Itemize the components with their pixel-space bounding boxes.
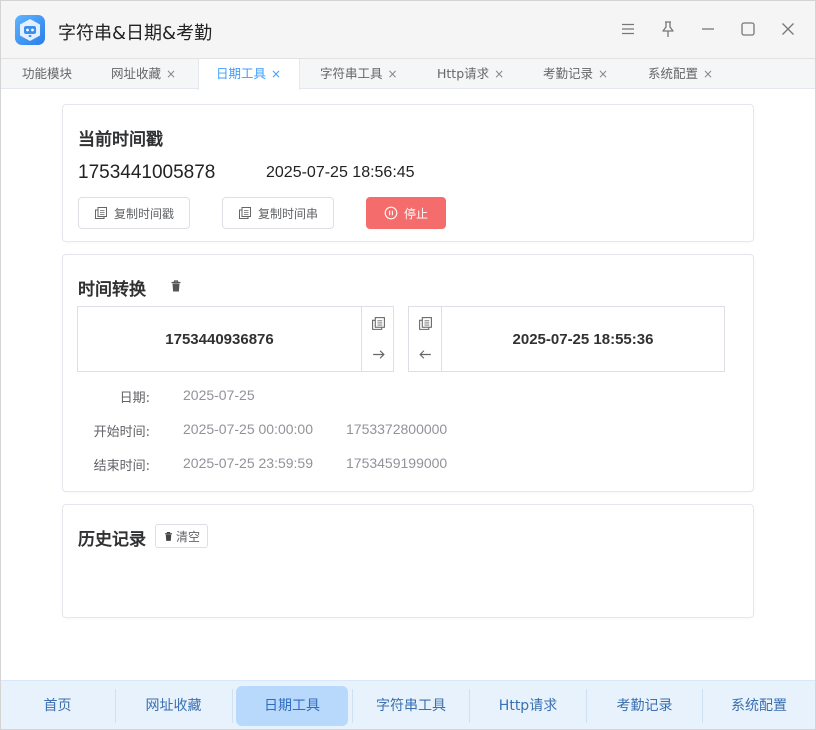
- datetime-input-value: 2025-07-25 18:55:36: [512, 331, 654, 348]
- tab-strip: 功能模块 网址收藏 × 日期工具 × 字符串工具 × Http请求 × 考勤记录 × 系统…: [1, 58, 815, 90]
- tab-label: 日期工具: [216, 66, 267, 81]
- timestamp-input-value: 1753440936876: [165, 331, 274, 348]
- tab-bookmarks[interactable]: 网址收藏 ×: [111, 59, 176, 89]
- tab-label: Http请求: [437, 66, 490, 81]
- tab-settings[interactable]: 系统配置 ×: [648, 59, 713, 89]
- tab-close-icon[interactable]: ×: [494, 67, 504, 81]
- tab-label: 功能模块: [22, 66, 73, 81]
- copy-icon[interactable]: [418, 316, 433, 331]
- menu-icon[interactable]: [618, 19, 638, 39]
- arrow-left-icon[interactable]: [418, 347, 433, 362]
- copy-timestamp-button[interactable]: 复制时间戳: [78, 197, 190, 229]
- date-value: 2025-07-25: [183, 387, 255, 403]
- history-title: 历史记录: [78, 530, 146, 550]
- tab-close-icon[interactable]: ×: [166, 67, 176, 81]
- datetime-actions: [409, 307, 442, 371]
- copy-timestamp-label: 复制时间戳: [113, 206, 174, 221]
- tab-close-icon[interactable]: ×: [703, 67, 713, 81]
- tab-label: 考勤记录: [543, 66, 594, 81]
- start-time-timestamp: 1753372800000: [346, 421, 448, 437]
- tab-label: 系统配置: [648, 66, 699, 81]
- end-time-value: 2025-07-25 23:59:59: [183, 455, 313, 471]
- copy-datetime-button[interactable]: 复制时间串: [222, 197, 334, 229]
- nav-attendance[interactable]: 考勤记录: [587, 686, 702, 726]
- time-convert-title: 时间转换: [78, 280, 146, 300]
- copy-icon[interactable]: [371, 316, 386, 331]
- copy-icon: [94, 207, 107, 219]
- maximize-icon[interactable]: [738, 19, 758, 39]
- datetime-input-box[interactable]: 2025-07-25 18:55:36: [408, 306, 725, 372]
- minimize-icon[interactable]: [698, 19, 718, 39]
- clear-history-label: 清空: [176, 529, 201, 544]
- history-card: 历史记录 清空: [62, 504, 754, 618]
- end-time-label: 结束时间:: [93, 459, 150, 474]
- tab-modules[interactable]: 功能模块: [22, 59, 72, 89]
- tab-close-icon[interactable]: ×: [271, 67, 281, 81]
- start-time-value: 2025-07-25 00:00:00: [183, 421, 313, 437]
- tab-date-tools[interactable]: 日期工具 ×: [198, 59, 300, 90]
- tab-label: 网址收藏: [111, 66, 162, 81]
- nav-string-tools[interactable]: 字符串工具: [353, 686, 469, 726]
- nav-http[interactable]: Http请求: [470, 686, 586, 726]
- time-convert-card: 时间转换 1753440936876 2025-07-25 18:55:36 日…: [62, 254, 754, 492]
- tab-http[interactable]: Http请求 ×: [437, 59, 504, 89]
- stop-label: 停止: [403, 206, 428, 221]
- end-time-timestamp: 1753459199000: [346, 455, 448, 471]
- current-datetime-value: 2025-07-25 18:56:45: [266, 164, 415, 181]
- nav-bookmarks[interactable]: 网址收藏: [116, 686, 231, 726]
- timestamp-actions: [361, 307, 394, 371]
- app-title: 字符串&日期&考勤: [58, 23, 213, 44]
- timestamp-input-box[interactable]: 1753440936876: [77, 306, 394, 372]
- stop-button[interactable]: 停止: [366, 197, 446, 229]
- copy-datetime-label: 复制时间串: [257, 206, 318, 221]
- nav-home[interactable]: 首页: [1, 686, 114, 726]
- clear-history-button[interactable]: 清空: [155, 524, 209, 548]
- tab-label: 字符串工具: [320, 66, 383, 81]
- pin-icon[interactable]: [658, 19, 678, 39]
- tab-close-icon[interactable]: ×: [598, 67, 608, 81]
- trash-icon[interactable]: [169, 279, 183, 293]
- tab-attendance[interactable]: 考勤记录 ×: [543, 59, 608, 89]
- current-timestamp-card: 当前时间戳 1753441005878 2025-07-25 18:56:45 …: [62, 104, 754, 242]
- app-window: 字符串&日期&考勤 功能模块 网址收藏 × 日期工具 × 字符串工具 × Htt…: [0, 0, 816, 730]
- current-timestamp-value: 1753441005878: [78, 162, 216, 183]
- current-timestamp-title: 当前时间戳: [78, 130, 163, 150]
- date-label: 日期:: [119, 391, 150, 406]
- nav-date-tools[interactable]: 日期工具: [236, 686, 348, 726]
- pause-icon: [384, 206, 398, 220]
- close-icon[interactable]: [778, 19, 798, 39]
- nav-settings[interactable]: 系统配置: [703, 686, 815, 726]
- arrow-right-icon[interactable]: [371, 347, 386, 362]
- bottom-nav: 首页 网址收藏 日期工具 字符串工具 Http请求 考勤记录 系统配置: [1, 680, 815, 729]
- title-bar: 字符串&日期&考勤: [1, 1, 815, 58]
- trash-icon: [164, 531, 173, 541]
- start-time-label: 开始时间:: [93, 425, 150, 440]
- nav-divider: [232, 689, 233, 723]
- tab-close-icon[interactable]: ×: [388, 67, 398, 81]
- copy-icon: [238, 207, 251, 219]
- robot-app-icon: [15, 15, 45, 45]
- tab-string-tools[interactable]: 字符串工具 ×: [320, 59, 398, 89]
